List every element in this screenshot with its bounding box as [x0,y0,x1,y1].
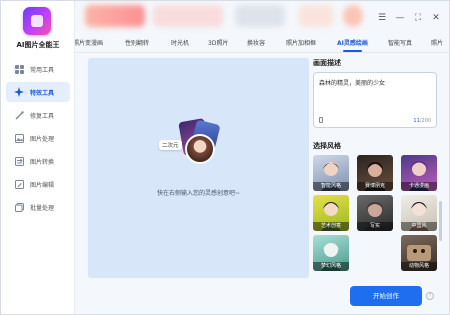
sidebar-item-effects-tools[interactable]: 特效工具 [6,82,70,102]
style-label: 艺术创意 [313,222,349,231]
style-label: 卡通漫画 [401,182,437,191]
preview-canvas: 二次元 快在右侧输入您的灵感创意吧~ [88,58,309,278]
sidebar-nav: 常用工具 特效工具 修复工具 图片处理 图片转换 图片编辑 批量处理 [6,59,70,220]
edit-icon [14,179,24,189]
style-label: 智能风格 [313,182,349,191]
char-counter: 11/200 [413,118,431,124]
sidebar-item-label: 特效工具 [30,89,55,97]
panel-scrollbar[interactable] [439,201,442,241]
blurred-banner [153,5,223,27]
tab-gender-swap[interactable]: 性别翻转 [125,38,149,47]
sidebar-item-batch[interactable]: 批量处理 [6,197,70,217]
minimize-button[interactable]: — [393,11,407,25]
image-icon [14,133,24,143]
style-tag: 二次元 [159,140,182,150]
wand-icon [14,110,24,120]
tab-ai-painting[interactable]: AI灵感绘画 [337,38,368,52]
feature-tabs: 照片变漫画 性别翻转 时光机 3D照片 换妆容 照片加相框 AI灵感绘画 智能写… [75,35,450,53]
help-icon[interactable]: ? [426,292,434,300]
sidebar-item-repair-tools[interactable]: 修复工具 [6,105,70,125]
style-cartoon-label-card: 卡通漫画 [401,155,437,191]
app-logo-icon [23,7,51,35]
style-animal-icon[interactable]: 动物风格 [401,235,437,271]
app-name: AI图片全能王 [16,41,60,49]
sidebar-item-label: 图片转换 [30,158,55,166]
sidebar-item-image-convert[interactable]: 图片转换 [6,151,70,171]
sidebar-item-label: 批量处理 [30,204,55,212]
blurred-banner [235,5,285,27]
menu-icon[interactable]: ☰ [375,11,389,25]
title-bar: ☰ — ⛶ ✕ [75,1,450,35]
style-label: 动物风格 [401,262,437,271]
description-input[interactable]: 森林的精灵，美丽的少女 11/200 [313,72,437,128]
sidebar-item-label: 图片处理 [30,135,55,143]
grid-icon [14,64,24,74]
sidebar: AI图片全能王 常用工具 特效工具 修复工具 图片处理 图片转换 图片编辑 批量… [1,1,75,314]
sidebar-item-label: 常用工具 [30,66,55,74]
tab-smart-portrait[interactable]: 智能写真 [388,38,412,47]
style-title: 选择风格 [313,142,341,150]
close-button[interactable]: ✕ [429,11,443,25]
style-cyberpunk-label-card: 赛博朋克 [357,155,393,191]
style-realistic-icon[interactable]: 写实 [357,195,393,231]
style-smart-label-card: 智能风格 [313,155,349,191]
blurred-banner [299,5,333,27]
settings-panel: 画面描述 森林的精灵，美丽的少女 11/200 选择风格 智能风格 赛博朋克 卡… [313,58,437,278]
sidebar-item-label: 修复工具 [30,112,55,120]
style-label: 写实 [357,222,393,231]
description-title: 画面描述 [313,59,341,67]
char-max: /200 [419,118,431,124]
placeholder-illustration: 二次元 [159,118,225,178]
clipboard-icon[interactable] [319,117,323,123]
sidebar-item-label: 图片编辑 [30,181,55,189]
style-chinese-icon[interactable]: 中国风 [401,195,437,231]
blurred-banner [85,5,145,27]
style-dreamy-icon[interactable]: 梦幻风格 [313,235,349,271]
style-label: 梦幻风格 [313,262,349,271]
tab-photo-to-comic[interactable]: 照片变漫画 [75,38,103,47]
portrait-avatar [185,134,215,164]
app-window: AI图片全能王 常用工具 特效工具 修复工具 图片处理 图片转换 图片编辑 批量… [0,0,450,315]
start-create-button[interactable]: 开始创作 [350,286,422,306]
batch-icon [14,202,24,212]
blurred-banner [343,5,363,27]
tab-3d-photo[interactable]: 3D照片 [208,38,228,47]
maximize-button[interactable]: ⛶ [411,11,425,25]
style-label: 赛博朋克 [357,182,393,191]
tab-photo-frame[interactable]: 照片加相框 [286,38,316,47]
canvas-hint: 快在右侧输入您的灵感创意吧~ [156,190,241,197]
sidebar-item-image-edit[interactable]: 图片编辑 [6,174,70,194]
style-art-icon[interactable]: 艺术创意 [313,195,349,231]
description-text: 森林的精灵，美丽的少女 [319,80,386,87]
sidebar-item-common-tools[interactable]: 常用工具 [6,59,70,79]
style-label: 中国风 [401,222,437,231]
sidebar-item-image-processing[interactable]: 图片处理 [6,128,70,148]
convert-icon [14,156,24,166]
tab-time-machine[interactable]: 时光机 [171,38,189,47]
tab-makeup[interactable]: 换妆容 [247,38,265,47]
sparkle-icon [14,87,24,97]
tab-photo-more[interactable]: 照片 [431,38,443,47]
